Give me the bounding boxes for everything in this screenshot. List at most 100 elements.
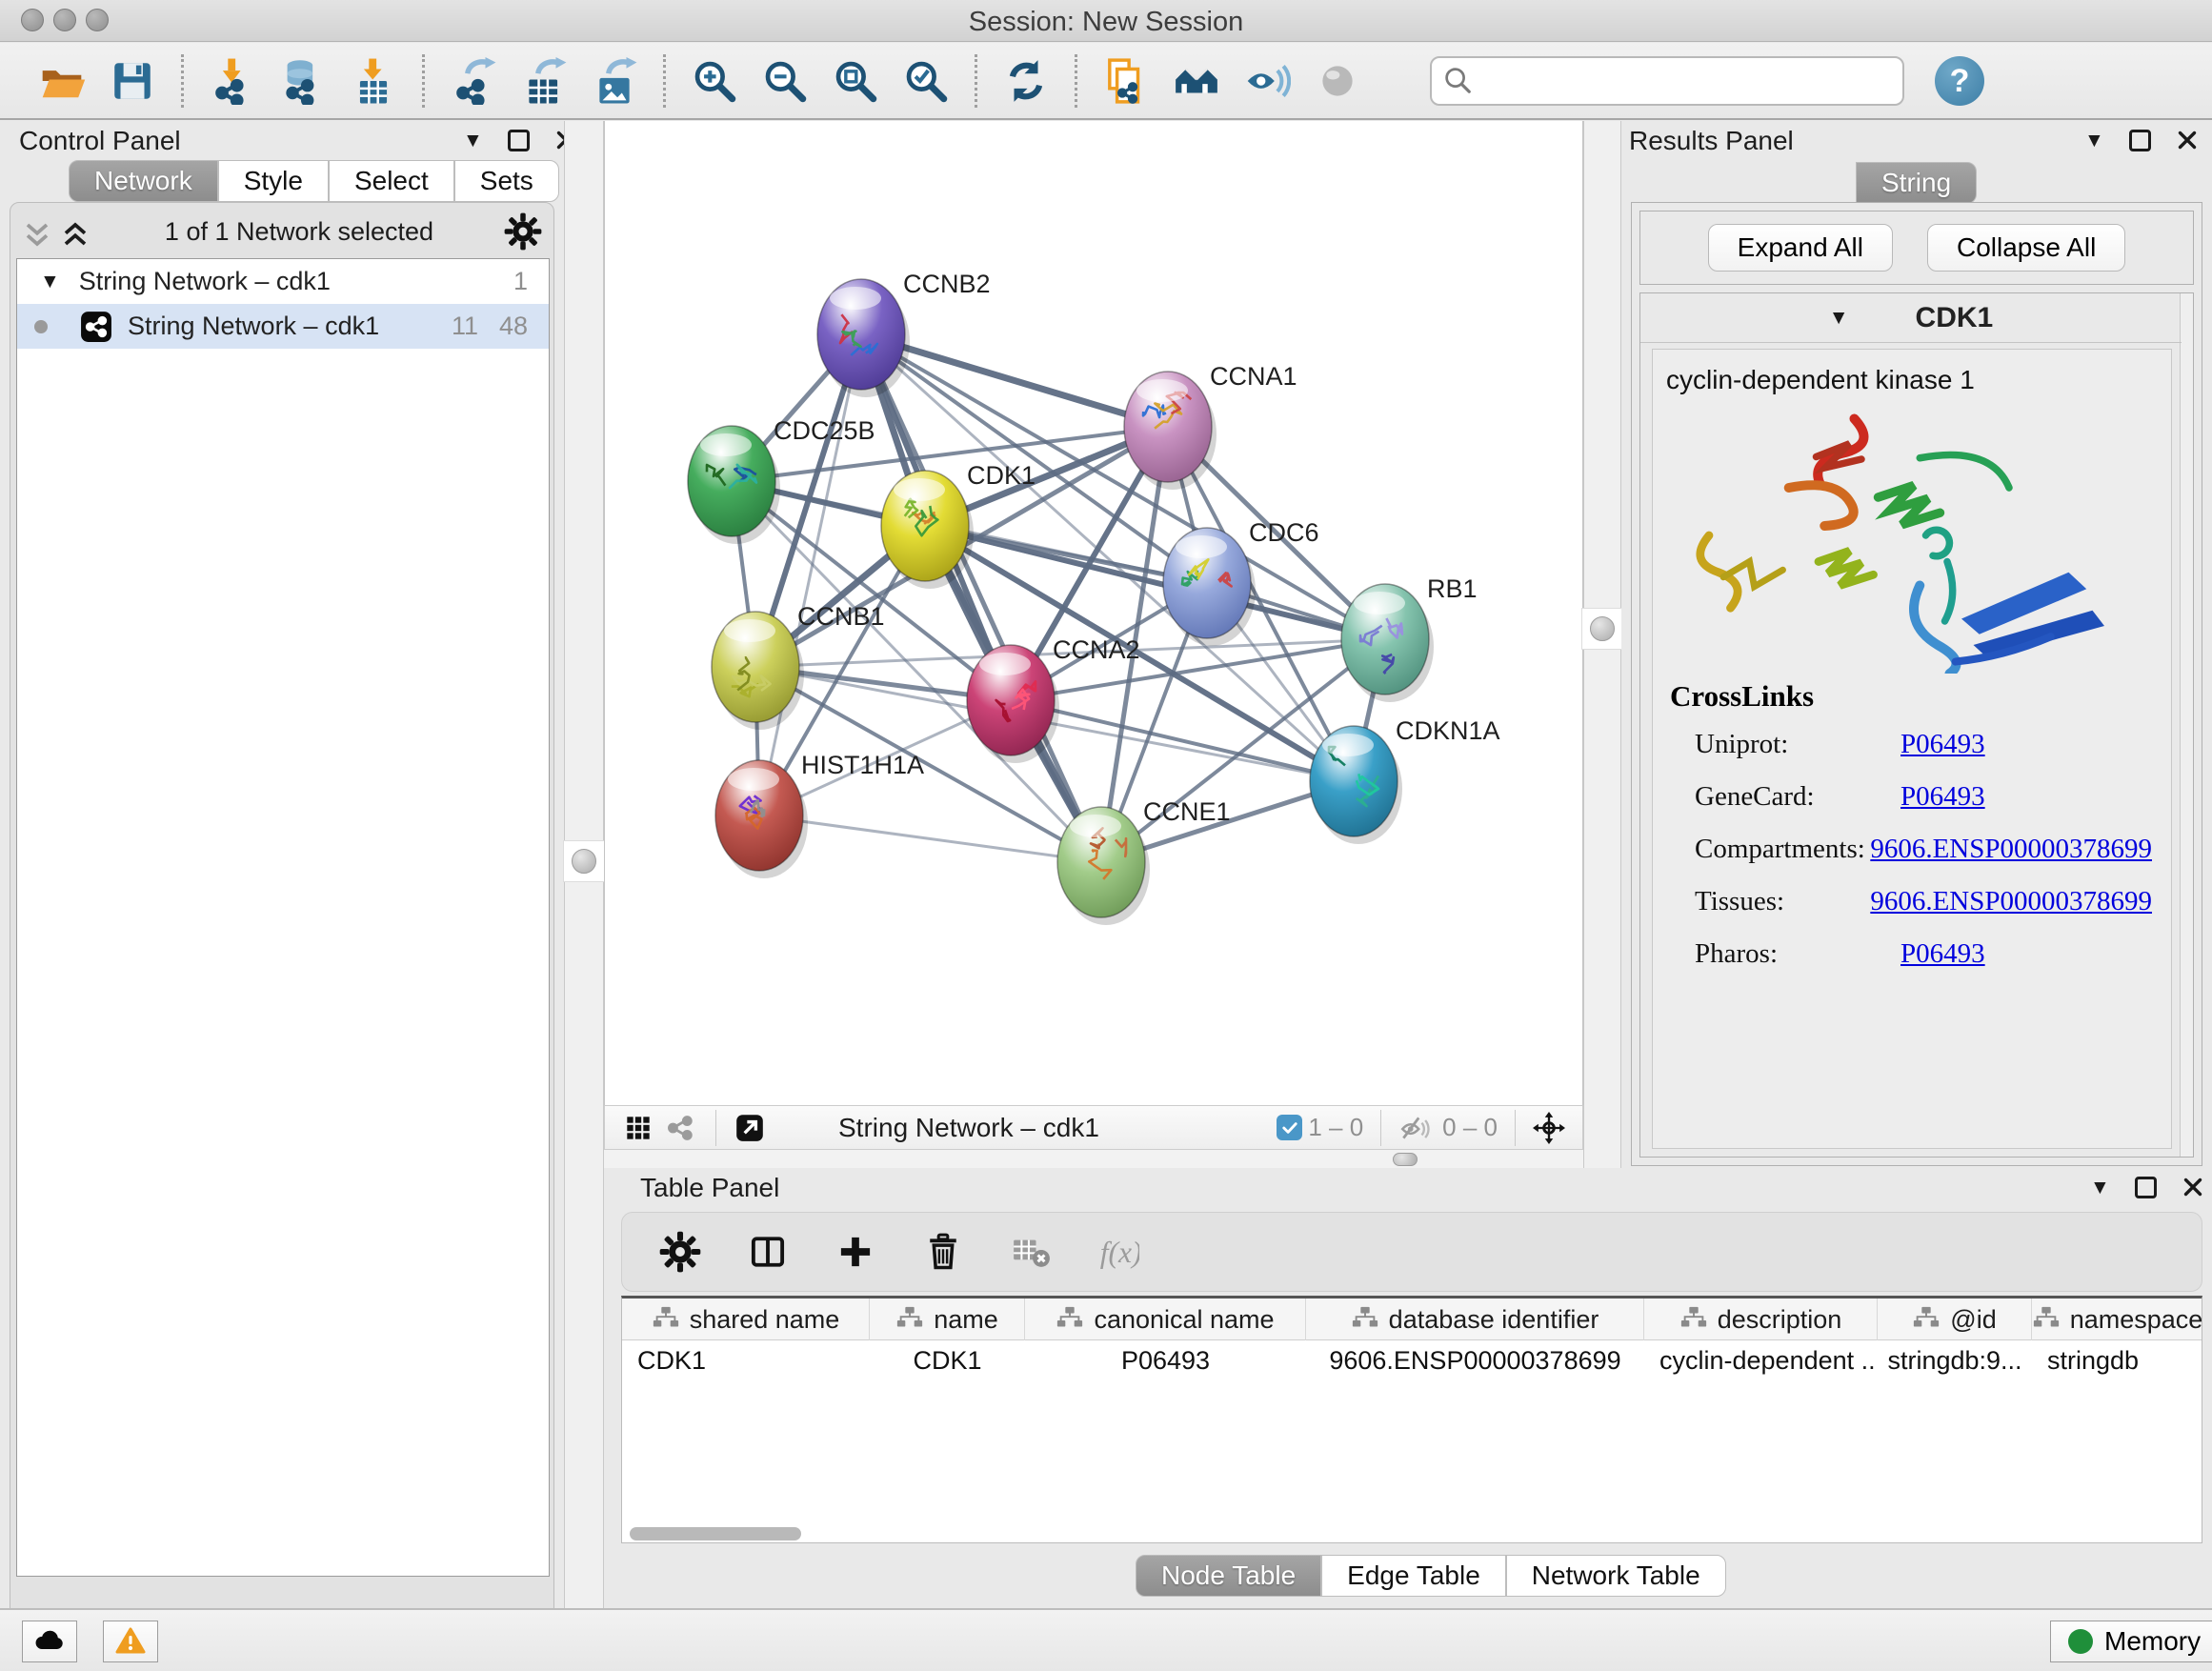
node-HIST1H1A[interactable] bbox=[715, 760, 808, 878]
help-icon[interactable]: ? bbox=[1935, 56, 1984, 106]
delete-table-icon[interactable] bbox=[1000, 1221, 1061, 1282]
application-window: Session: New Session ? Control Panel ▼ N… bbox=[0, 0, 2212, 1671]
tab-network-table[interactable]: Network Table bbox=[1506, 1555, 1726, 1597]
results-panel-close-icon[interactable] bbox=[2176, 129, 2199, 151]
control-panel-menu-icon[interactable]: ▼ bbox=[463, 131, 483, 151]
column-header-description[interactable]: description bbox=[1644, 1299, 1878, 1340]
node-CCNB2[interactable] bbox=[817, 279, 910, 397]
table-horizontal-scrollbar[interactable] bbox=[630, 1527, 801, 1540]
column-header-shared-name[interactable]: shared name bbox=[622, 1299, 870, 1340]
column-header-label: @id bbox=[1950, 1305, 1996, 1335]
zoom-out-icon[interactable] bbox=[754, 50, 815, 111]
crosslink-link[interactable]: 9606.ENSP00000378699 bbox=[1870, 886, 2152, 924]
gene-name: CDK1 bbox=[1916, 302, 1994, 334]
memory-button[interactable]: Memory bbox=[2050, 1621, 2212, 1662]
export-table-icon[interactable] bbox=[513, 50, 574, 111]
horizontal-splitter-handle[interactable] bbox=[1393, 1153, 1418, 1166]
function-builder-icon[interactable]: f(x) bbox=[1088, 1221, 1149, 1282]
control-panel-float-icon[interactable] bbox=[508, 130, 530, 151]
column-header-name[interactable]: name bbox=[870, 1299, 1025, 1340]
gear-icon[interactable] bbox=[650, 1221, 711, 1282]
node-RB1[interactable] bbox=[1341, 584, 1434, 702]
column-header-canonical-name[interactable]: canonical name bbox=[1025, 1299, 1306, 1340]
show-columns-icon[interactable] bbox=[737, 1221, 798, 1282]
add-column-icon[interactable] bbox=[825, 1221, 886, 1282]
node-CCNE1[interactable] bbox=[1057, 807, 1150, 925]
gear-icon[interactable] bbox=[504, 212, 542, 251]
section-collapse-icon[interactable]: ▼ bbox=[1829, 308, 1849, 328]
node-CDKN1A[interactable] bbox=[1310, 726, 1402, 844]
table-panel-close-icon[interactable] bbox=[2182, 1176, 2204, 1198]
grid-icon[interactable] bbox=[616, 1109, 660, 1147]
node-CCNA2[interactable] bbox=[967, 645, 1059, 763]
results-panel-float-icon[interactable] bbox=[2129, 130, 2151, 151]
import-database-icon[interactable] bbox=[272, 50, 333, 111]
table-cell: CDK1 bbox=[870, 1340, 1025, 1380]
tab-network[interactable]: Network bbox=[69, 160, 218, 202]
collapse-all-button[interactable]: Collapse All bbox=[1927, 224, 2125, 272]
network-canvas[interactable]: CCNB2CCNA1CDC25BCDK1CDC6RB1CCNB1CCNA2CDK… bbox=[604, 121, 1583, 1105]
export-network-icon[interactable] bbox=[443, 50, 504, 111]
crosslink-label: GeneCard: bbox=[1695, 781, 1900, 819]
node-CCNA1[interactable] bbox=[1124, 372, 1217, 490]
table-row[interactable]: CDK1CDK1P064939606.ENSP00000378699cyclin… bbox=[622, 1340, 2202, 1380]
zoom-in-icon[interactable] bbox=[684, 50, 745, 111]
results-panel-menu-icon[interactable]: ▼ bbox=[2084, 131, 2104, 151]
tab-style[interactable]: Style bbox=[218, 160, 329, 202]
results-panel-title: Results Panel bbox=[1629, 126, 1794, 156]
column-header-database-identifier[interactable]: database identifier bbox=[1306, 1299, 1644, 1340]
cloud-icon[interactable] bbox=[22, 1621, 77, 1662]
save-session-icon[interactable] bbox=[102, 50, 163, 111]
crosslink-link[interactable]: 9606.ENSP00000378699 bbox=[1870, 834, 2152, 872]
external-link-icon[interactable] bbox=[728, 1109, 772, 1147]
column-header-label: canonical name bbox=[1094, 1305, 1274, 1335]
table-panel-title: Table Panel bbox=[640, 1173, 779, 1203]
search-input[interactable] bbox=[1476, 58, 1893, 104]
sphere-icon[interactable] bbox=[1307, 50, 1368, 111]
results-scrollbar[interactable] bbox=[2180, 293, 2193, 1157]
gene-section-header[interactable]: ▼ CDK1 bbox=[1640, 293, 2182, 343]
eye-hidden-icon[interactable] bbox=[1393, 1109, 1437, 1147]
refresh-layout-icon[interactable] bbox=[995, 50, 1056, 111]
collapse-all-icon[interactable] bbox=[18, 215, 56, 248]
network-tree-row[interactable]: ▼ String Network – cdk11 bbox=[17, 259, 549, 304]
delete-column-icon[interactable] bbox=[913, 1221, 974, 1282]
crosslink-link[interactable]: P06493 bbox=[1900, 729, 1985, 767]
export-image-icon[interactable] bbox=[584, 50, 645, 111]
node-CCNB1[interactable] bbox=[712, 612, 804, 730]
node-CDC6[interactable] bbox=[1163, 528, 1256, 646]
node-CDK1[interactable] bbox=[881, 471, 974, 589]
import-table-icon[interactable] bbox=[343, 50, 404, 111]
zoom-fit-icon[interactable] bbox=[825, 50, 886, 111]
tree-collapse-icon[interactable]: ▼ bbox=[40, 272, 60, 292]
birdseye-icon[interactable] bbox=[1166, 50, 1227, 111]
tab-string[interactable]: String bbox=[1856, 162, 1977, 204]
tab-node-table[interactable]: Node Table bbox=[1136, 1555, 1321, 1597]
zoom-selected-icon[interactable] bbox=[895, 50, 956, 111]
column-header-namespace[interactable]: namespace bbox=[2032, 1299, 2202, 1340]
crosslink-link[interactable]: P06493 bbox=[1900, 938, 1985, 976]
warning-icon[interactable] bbox=[103, 1621, 158, 1662]
tab-sets[interactable]: Sets bbox=[454, 160, 559, 202]
left-splitter-handle[interactable] bbox=[563, 840, 605, 882]
crosslink-link[interactable]: P06493 bbox=[1900, 781, 1985, 819]
toolbar-separator bbox=[181, 54, 184, 108]
import-network-icon[interactable] bbox=[202, 50, 263, 111]
selected-checkbox-icon[interactable] bbox=[1277, 1115, 1302, 1140]
table-panel-float-icon[interactable] bbox=[2135, 1177, 2157, 1198]
network-tree-row[interactable]: String Network – cdk11148 bbox=[17, 304, 549, 349]
crosshair-icon[interactable] bbox=[1527, 1109, 1571, 1147]
memory-status-dot bbox=[2068, 1629, 2093, 1654]
tab-edge-table[interactable]: Edge Table bbox=[1321, 1555, 1506, 1597]
column-header-@id[interactable]: @id bbox=[1878, 1299, 2032, 1340]
crosslink-label: Pharos: bbox=[1695, 938, 1900, 976]
right-splitter-handle[interactable] bbox=[1581, 608, 1623, 650]
expand-all-icon[interactable] bbox=[56, 215, 94, 248]
tab-select[interactable]: Select bbox=[329, 160, 454, 202]
share-gray-icon[interactable] bbox=[660, 1109, 704, 1147]
share-document-icon[interactable] bbox=[1096, 50, 1156, 111]
table-panel-menu-icon[interactable]: ▼ bbox=[2090, 1178, 2110, 1198]
expand-all-button[interactable]: Expand All bbox=[1708, 224, 1893, 272]
show-graphics-details-icon[interactable] bbox=[1237, 50, 1297, 111]
open-file-icon[interactable] bbox=[31, 50, 92, 111]
